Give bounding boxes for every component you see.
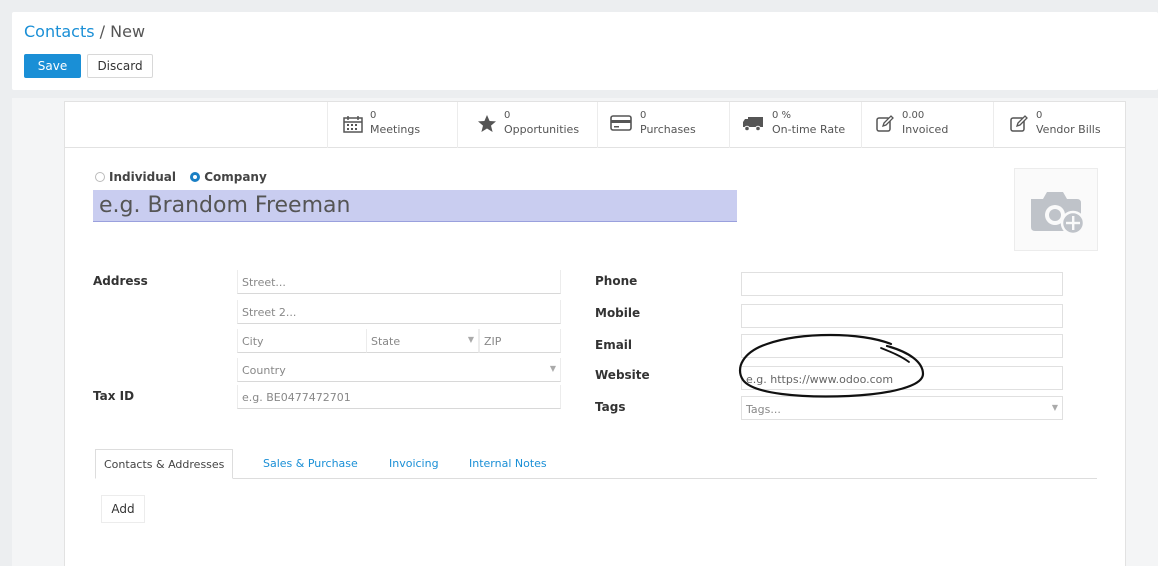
control-panel: Contacts / New Save Discard bbox=[12, 12, 1158, 90]
tags-placeholder: Tags... bbox=[746, 403, 781, 416]
phone-input[interactable] bbox=[741, 272, 1063, 296]
stat-label: Purchases bbox=[640, 123, 696, 136]
email-label: Email bbox=[595, 338, 633, 352]
image-upload[interactable] bbox=[1014, 168, 1098, 251]
stat-value: 0 bbox=[640, 110, 647, 121]
tab-invoicing[interactable]: Invoicing bbox=[389, 449, 439, 479]
website-label: Website bbox=[595, 368, 650, 382]
stat-value: 0 bbox=[1036, 110, 1043, 121]
tab-internal-notes[interactable]: Internal Notes bbox=[469, 449, 547, 479]
tax-id-input[interactable]: e.g. BE0477472701 bbox=[237, 385, 561, 409]
stat-label: Vendor Bills bbox=[1036, 123, 1101, 136]
stat-button-invoiced[interactable]: 0.00 Invoiced bbox=[861, 102, 993, 148]
stat-label: Invoiced bbox=[902, 123, 949, 136]
company-type-selector: Individual Company bbox=[95, 170, 267, 184]
state-select[interactable]: State ▼ bbox=[367, 329, 479, 353]
phone-label: Phone bbox=[595, 274, 638, 288]
save-button[interactable]: Save bbox=[24, 54, 81, 78]
annotation-circle bbox=[738, 333, 925, 398]
camera-plus-icon bbox=[1025, 187, 1089, 241]
tags-label: Tags bbox=[595, 400, 626, 414]
mobile-input[interactable] bbox=[741, 304, 1063, 328]
form-view: 0 Meetings 0 Opportunities 0 Purchases 0… bbox=[12, 98, 1158, 566]
stat-value: 0 bbox=[504, 110, 511, 121]
tab-sales-purchase[interactable]: Sales & Purchase bbox=[263, 449, 358, 479]
chevron-down-icon: ▼ bbox=[549, 364, 556, 373]
stat-value: 0 % bbox=[772, 110, 792, 121]
country-select[interactable]: Country ▼ bbox=[237, 358, 561, 382]
chevron-down-icon: ▼ bbox=[1051, 403, 1058, 412]
credit-card-icon bbox=[610, 114, 632, 136]
stat-label: Meetings bbox=[370, 123, 421, 136]
stat-button-on-time-rate[interactable]: 0 % On-time Rate bbox=[729, 102, 861, 148]
calendar-icon bbox=[342, 114, 364, 136]
form-sheet: 0 Meetings 0 Opportunities 0 Purchases 0… bbox=[64, 101, 1126, 566]
add-contact-button[interactable]: Add bbox=[101, 495, 145, 523]
stat-label: Opportunities bbox=[504, 123, 580, 136]
discard-button[interactable]: Discard bbox=[87, 54, 153, 78]
pencil-square-icon bbox=[1008, 114, 1030, 136]
breadcrumb: Contacts / New bbox=[24, 22, 145, 41]
tab-contacts-addresses[interactable]: Contacts & Addresses bbox=[95, 449, 234, 479]
smart-buttons-bar: 0 Meetings 0 Opportunities 0 Purchases 0… bbox=[65, 102, 1125, 148]
zip-input[interactable]: ZIP bbox=[479, 329, 561, 353]
company-label: Company bbox=[204, 170, 267, 184]
individual-radio[interactable] bbox=[95, 172, 105, 182]
mobile-label: Mobile bbox=[595, 306, 641, 320]
individual-label: Individual bbox=[109, 170, 176, 184]
country-placeholder: Country bbox=[242, 364, 286, 377]
breadcrumb-current: New bbox=[110, 22, 146, 41]
company-radio[interactable] bbox=[190, 172, 201, 182]
star-icon bbox=[476, 114, 498, 136]
street2-input[interactable]: Street 2... bbox=[237, 300, 561, 324]
state-placeholder: State bbox=[371, 335, 401, 348]
city-input[interactable]: City bbox=[237, 329, 367, 353]
tax-id-label: Tax ID bbox=[93, 389, 135, 403]
chevron-down-icon: ▼ bbox=[467, 335, 474, 344]
name-input[interactable]: e.g. Brandom Freeman bbox=[93, 190, 737, 222]
street-input[interactable]: Street... bbox=[237, 270, 561, 294]
stat-value: 0.00 bbox=[902, 110, 925, 121]
stat-button-vendor-bills[interactable]: 0 Vendor Bills bbox=[993, 102, 1127, 148]
stat-button-purchases[interactable]: 0 Purchases bbox=[597, 102, 729, 148]
breadcrumb-contacts-link[interactable]: Contacts bbox=[24, 22, 95, 41]
stat-label: On-time Rate bbox=[772, 123, 846, 136]
breadcrumb-separator: / bbox=[94, 22, 111, 41]
stat-value: 0 bbox=[370, 110, 377, 121]
stat-button-opportunities[interactable]: 0 Opportunities bbox=[457, 102, 597, 148]
notebook-tabs: Contacts & Addresses Sales & Purchase In… bbox=[95, 449, 1097, 479]
truck-icon bbox=[742, 114, 764, 136]
stat-button-meetings[interactable]: 0 Meetings bbox=[327, 102, 457, 148]
pencil-square-icon bbox=[874, 114, 896, 136]
address-label: Address bbox=[93, 274, 148, 288]
